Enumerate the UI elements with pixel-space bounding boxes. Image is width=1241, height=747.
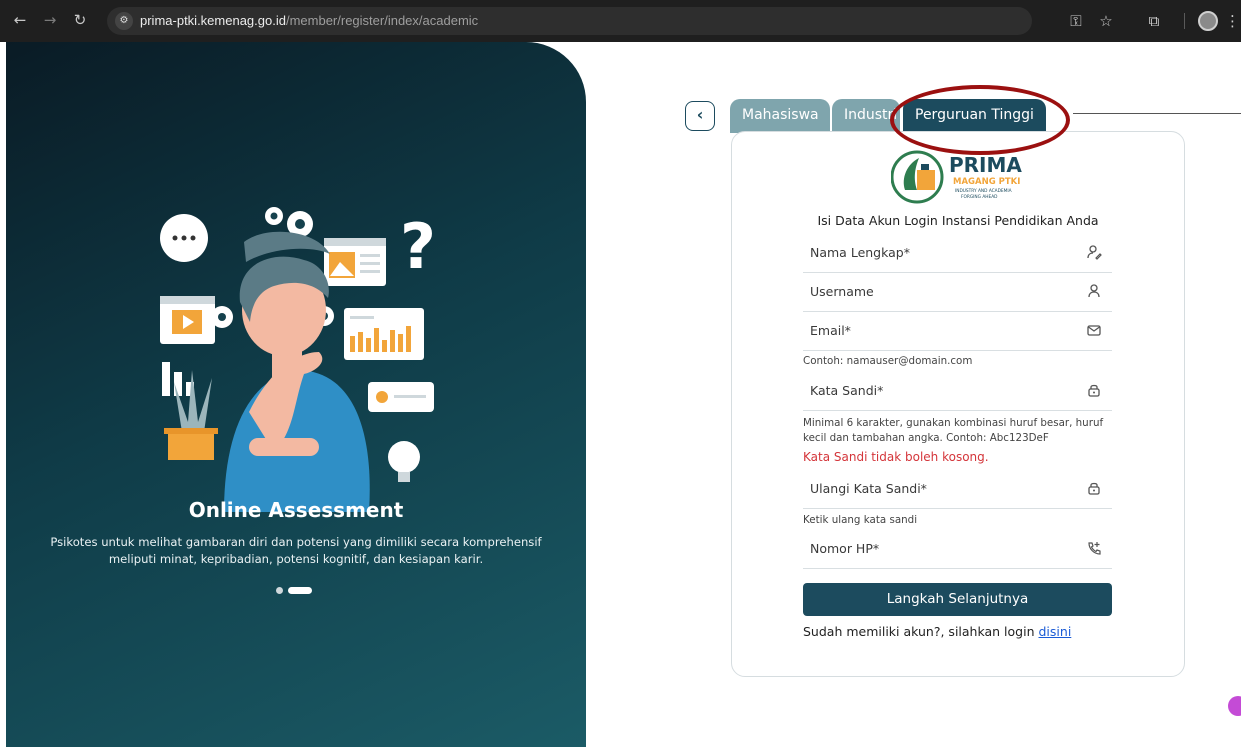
carousel-dot-active[interactable]	[288, 587, 312, 594]
profile-avatar-icon[interactable]	[1198, 11, 1218, 31]
confirm-password-placeholder: Ulangi Kata Sandi*	[810, 481, 927, 496]
email-placeholder: Email*	[810, 323, 851, 338]
login-prompt-text: Sudah memiliki akun?, silahkan login	[803, 624, 1035, 639]
password-key-icon[interactable]: ⚿	[1065, 10, 1087, 32]
carousel-dot[interactable]	[276, 587, 283, 594]
url-path: /member/register/index/academic	[285, 13, 479, 28]
floating-chat-widget-icon[interactable]	[1228, 696, 1241, 716]
username-field[interactable]: Username	[803, 274, 1112, 312]
kebab-menu-icon[interactable]: ⋮	[1225, 10, 1240, 32]
password-placeholder: Kata Sandi*	[810, 383, 884, 398]
back-arrow-icon[interactable]: ←	[10, 10, 30, 30]
email-field[interactable]: Email*	[803, 313, 1112, 351]
toolbar-divider	[1184, 13, 1185, 29]
form-title: Isi Data Akun Login Instansi Pendidikan …	[817, 213, 1099, 228]
username-placeholder: Username	[810, 284, 874, 299]
tab-mahasiswa[interactable]: Mahasiswa	[730, 99, 830, 133]
url-text[interactable]: prima-ptki.kemenag.go.id/member/register…	[140, 13, 478, 28]
lock-icon	[1088, 482, 1100, 495]
phone-placeholder: Nomor HP*	[810, 541, 880, 556]
svg-text:MAGANG PTKI: MAGANG PTKI	[953, 177, 1020, 187]
next-step-button[interactable]: Langkah Selanjutnya	[803, 583, 1112, 616]
browser-toolbar: ← → ↻ ⚙ prima-ptki.kemenag.go.id/member/…	[0, 0, 1241, 42]
svg-text:FORGING AHEAD: FORGING AHEAD	[961, 194, 998, 200]
hero-title: Online Assessment	[188, 498, 404, 522]
full-name-placeholder: Nama Lengkap*	[810, 245, 910, 260]
svg-text:?: ?	[400, 210, 436, 283]
password-error-message: Kata Sandi tidak boleh kosong.	[803, 450, 989, 464]
bookmark-star-icon[interactable]: ☆	[1095, 10, 1117, 32]
login-link[interactable]: disini	[1039, 624, 1072, 639]
svg-text:INDUSTRY AND ACADEMIA: INDUSTRY AND ACADEMIA	[955, 188, 1012, 194]
password-field[interactable]: Kata Sandi*	[803, 373, 1112, 411]
thinking-person-illustration: ?	[160, 207, 436, 512]
address-bar[interactable]: ⚙ prima-ptki.kemenag.go.id/member/regist…	[107, 7, 1032, 35]
confirm-password-field[interactable]: Ulangi Kata Sandi*	[803, 471, 1112, 509]
email-hint: Contoh: namauser@domain.com	[803, 355, 973, 367]
user-edit-icon	[1087, 245, 1102, 260]
confirm-password-hint: Ketik ulang kata sandi	[803, 514, 918, 526]
annotation-pointer-line	[1073, 113, 1241, 114]
lock-icon	[1088, 384, 1100, 397]
phone-plus-icon	[1088, 542, 1101, 555]
hero-description: Psikotes untuk melihat gambaran diri dan…	[50, 535, 542, 566]
prima-logo: PRIMA MAGANG PTKI INDUSTRY AND ACADEMIA …	[891, 150, 1022, 204]
chevron-left-icon: ‹	[696, 105, 704, 124]
reload-icon[interactable]: ↻	[70, 10, 90, 30]
site-settings-icon[interactable]: ⚙	[115, 12, 133, 30]
url-host: prima-ptki.kemenag.go.id	[140, 13, 286, 28]
forward-arrow-icon[interactable]: →	[40, 10, 60, 30]
back-button[interactable]: ‹	[685, 101, 715, 131]
login-prompt: Sudah memiliki akun?, silahkan login dis…	[803, 624, 1071, 639]
password-hint: Minimal 6 karakter, gunakan kombinasi hu…	[803, 417, 1104, 444]
svg-text:PRIMA: PRIMA	[949, 153, 1022, 177]
annotation-highlight-oval	[890, 85, 1070, 155]
mail-icon	[1087, 325, 1101, 336]
extensions-puzzle-icon[interactable]: ⧉	[1143, 10, 1165, 32]
hero-panel: ? Online Assessment Psikotes untuk melih…	[6, 42, 586, 747]
phone-field[interactable]: Nomor HP*	[803, 531, 1112, 569]
user-icon	[1088, 284, 1100, 298]
full-name-field[interactable]: Nama Lengkap*	[803, 235, 1112, 273]
